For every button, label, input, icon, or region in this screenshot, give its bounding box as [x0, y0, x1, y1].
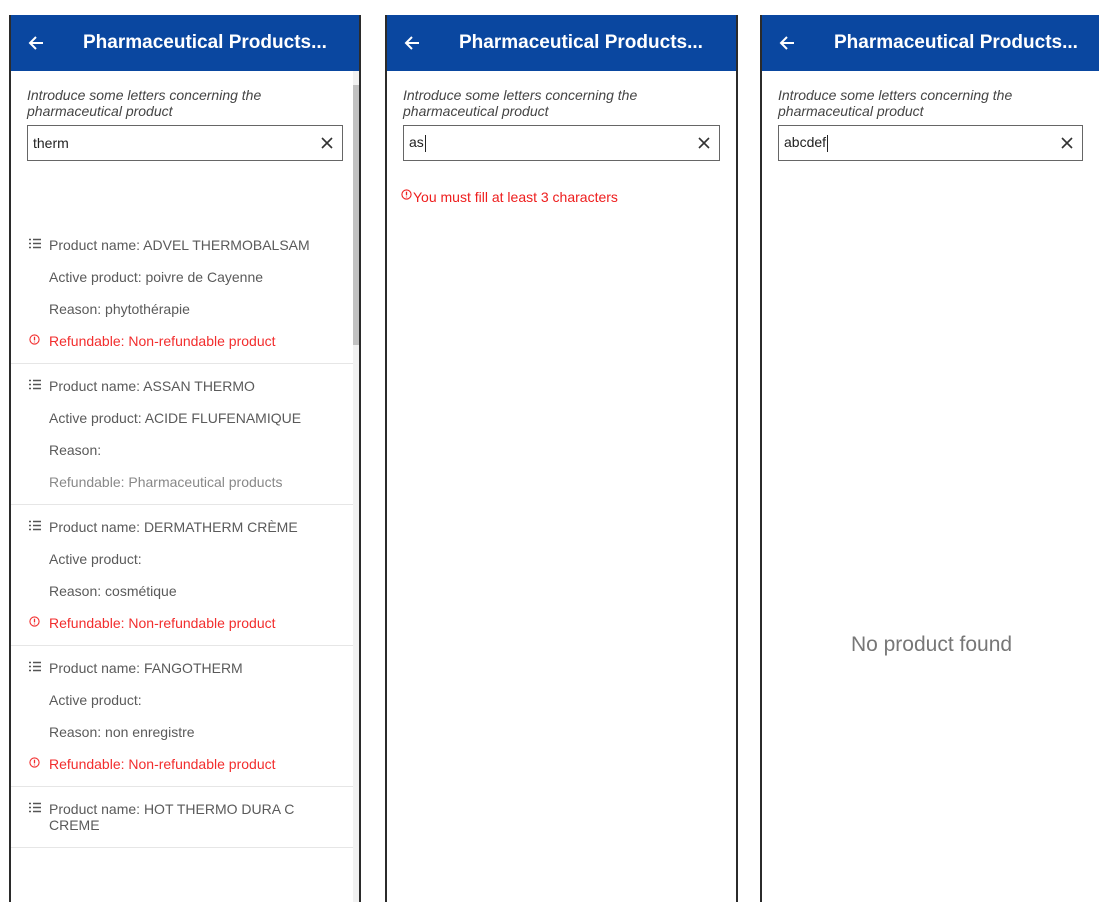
active-product-row: Active product:	[29, 684, 355, 716]
list-item[interactable]: Product name: ADVEL THERMOBALSAM Active p…	[11, 223, 355, 364]
reason-row: Reason: cosmétique	[29, 575, 355, 607]
search-input[interactable]: abcdef	[778, 125, 1083, 161]
close-icon[interactable]	[697, 136, 711, 150]
search-input-value: as	[409, 134, 424, 151]
list-icon	[29, 519, 49, 531]
close-icon[interactable]	[320, 136, 334, 150]
arrow-left-icon[interactable]	[762, 35, 812, 51]
arrow-left-icon[interactable]	[11, 35, 61, 51]
product-name-row: Product name: HOT THERMO DURA C CREME	[29, 793, 355, 841]
arrow-left-icon[interactable]	[387, 35, 437, 51]
text-caret	[827, 134, 829, 152]
active-product: Active product: poivre de Cayenne	[49, 269, 264, 285]
app-bar: Pharmaceutical Products...	[11, 15, 359, 71]
reason: Reason: non enregistre	[49, 724, 195, 740]
results-list: Product name: ADVEL THERMOBALSAM Active p…	[11, 223, 355, 848]
search-input-value: therm	[33, 135, 69, 151]
reason-row: Reason: phytothérapie	[29, 293, 355, 325]
page-title: Pharmaceutical Products...	[834, 32, 1078, 53]
scrollbar-thumb[interactable]	[353, 85, 359, 345]
active-product-row: Active product: ACIDE FLUFENAMIQUE	[29, 402, 355, 434]
product-name-row: Product name: ASSAN THERMO	[29, 370, 355, 402]
search-hint: Introduce some letters concerning the ph…	[27, 87, 262, 119]
list-item[interactable]: Product name: ASSAN THERMO Active product…	[11, 364, 355, 505]
reason: Reason:	[49, 442, 102, 458]
active-product: Active product: ACIDE FLUFENAMIQUE	[49, 410, 302, 426]
reason-row: Reason:	[29, 434, 355, 466]
alert-circle-icon	[29, 333, 49, 345]
reason: Reason: phytothérapie	[49, 301, 190, 317]
validation-panel: Pharmaceutical Products... Introduce som…	[385, 15, 738, 902]
search-input[interactable]: therm	[27, 125, 343, 161]
refundable: Refundable: Non-refundable product	[49, 333, 276, 349]
close-icon[interactable]	[1060, 136, 1074, 150]
empty-panel: Pharmaceutical Products... Introduce som…	[760, 15, 1099, 902]
product-name: Product name: DERMATHERM CRÈME	[49, 519, 298, 535]
validation-error-text: You must fill at least 3 characters	[413, 189, 618, 205]
alert-circle-icon	[401, 189, 412, 203]
page-title: Pharmaceutical Products...	[459, 32, 703, 53]
product-name-row: Product name: ADVEL THERMOBALSAM	[29, 229, 355, 261]
list-item[interactable]: Product name: FANGOTHERM Active product: R…	[11, 646, 355, 787]
list-icon	[29, 660, 49, 672]
product-name: Product name: ADVEL THERMOBALSAM	[49, 237, 310, 253]
product-name: Product name: FANGOTHERM	[49, 660, 243, 676]
reason: Reason: cosmétique	[49, 583, 177, 599]
refundable: Refundable: Non-refundable product	[49, 756, 276, 772]
search-hint: Introduce some letters concerning the ph…	[403, 87, 638, 119]
refundable-row: Refundable: Pharmaceutical products	[29, 466, 355, 498]
list-item[interactable]: Product name: DERMATHERM CRÈME Active pro…	[11, 505, 355, 646]
results-panel: Pharmaceutical Products... Introduce som…	[9, 15, 361, 902]
app-bar: Pharmaceutical Products...	[762, 15, 1099, 71]
text-caret	[424, 134, 426, 152]
refundable: Refundable: Pharmaceutical products	[49, 474, 283, 490]
refundable: Refundable: Non-refundable product	[49, 615, 276, 631]
list-icon	[29, 378, 49, 390]
refundable-row: Refundable: Non-refundable product	[29, 325, 355, 357]
empty-state: No product found	[850, 633, 1013, 656]
page-title: Pharmaceutical Products...	[83, 32, 327, 53]
product-name: Product name: ASSAN THERMO	[49, 378, 255, 394]
list-icon	[29, 237, 49, 249]
search-input-value: abcdef	[784, 134, 827, 151]
refundable-row: Refundable: Non-refundable product	[29, 607, 355, 639]
validation-error: You must fill at least 3 characters	[401, 189, 720, 205]
reason-row: Reason: non enregistre	[29, 716, 355, 748]
active-product-row: Active product:	[29, 543, 355, 575]
active-product-row: Active product: poivre de Cayenne	[29, 261, 355, 293]
refundable-row: Refundable: Non-refundable product	[29, 748, 355, 780]
active-product: Active product:	[49, 551, 142, 567]
product-name-row: Product name: FANGOTHERM	[29, 652, 355, 684]
alert-circle-icon	[29, 615, 49, 627]
search-hint: Introduce some letters concerning the ph…	[778, 87, 1013, 119]
list-icon	[29, 801, 49, 813]
active-product: Active product:	[49, 692, 142, 708]
search-input[interactable]: as	[403, 125, 720, 161]
product-name: Product name: HOT THERMO DURA C CREME	[49, 801, 295, 833]
app-bar: Pharmaceutical Products...	[387, 15, 736, 71]
product-name-row: Product name: DERMATHERM CRÈME	[29, 511, 355, 543]
list-item[interactable]: Product name: HOT THERMO DURA C CREME	[11, 787, 355, 848]
alert-circle-icon	[29, 756, 49, 768]
